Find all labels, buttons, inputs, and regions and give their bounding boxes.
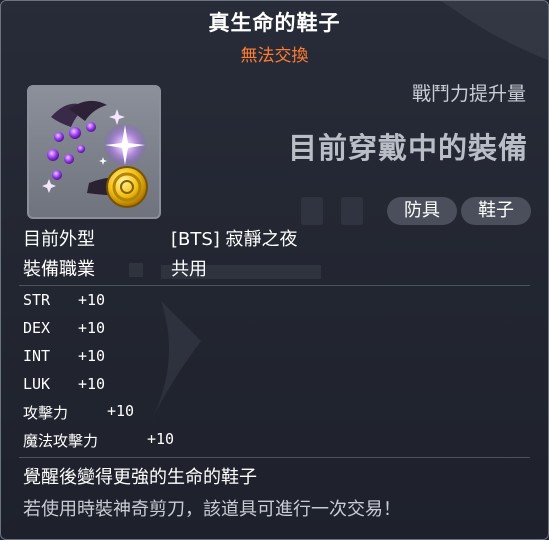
stat-luk: LUK +10 bbox=[23, 375, 105, 393]
stat-name: LUK bbox=[23, 375, 51, 393]
item-title: 真生命的鞋子 bbox=[208, 11, 341, 35]
stat-name: 攻擊力 bbox=[23, 404, 69, 422]
stat-value: +10 bbox=[78, 291, 106, 309]
stat-dex: DEX +10 bbox=[23, 319, 105, 337]
stat-name: DEX bbox=[23, 319, 51, 337]
stat-int: INT +10 bbox=[23, 347, 105, 365]
stat-name: STR bbox=[23, 291, 51, 309]
job-label: 裝備職業 bbox=[23, 259, 95, 280]
dark-purple-shoes-with-gold-coin-icon bbox=[42, 100, 148, 208]
description-line-2: 若使用時裝神奇剪刀，該道具可進行一次交易！ bbox=[23, 499, 401, 520]
stat-value: +10 bbox=[78, 319, 106, 337]
appearance-value: [BTS] 寂靜之夜 bbox=[171, 229, 298, 250]
tag-armor: 防具 bbox=[387, 197, 457, 225]
divider-bottom bbox=[19, 457, 530, 458]
item-tooltip: 真生命的鞋子 無法交換 戰鬥力提升量 目前穿戴中的裝備 防具 鞋子 目前外型 [… bbox=[0, 0, 549, 540]
stat-value: +10 bbox=[78, 375, 106, 393]
job-value: 共用 bbox=[171, 259, 207, 280]
description-line-1: 覺醒後變得更強的生命的鞋子 bbox=[23, 467, 257, 488]
appearance-label: 目前外型 bbox=[23, 229, 95, 250]
combat-power-label: 戰鬥力提升量 bbox=[411, 83, 526, 105]
stat-attack: 攻擊力 +10 bbox=[23, 402, 134, 423]
stat-value: +10 bbox=[78, 347, 106, 365]
stat-name: INT bbox=[23, 347, 51, 365]
stat-str: STR +10 bbox=[23, 291, 105, 309]
tag-shoes: 鞋子 bbox=[461, 197, 531, 225]
stat-magic-attack: 魔法攻擊力 +10 bbox=[23, 430, 174, 451]
stat-value: +10 bbox=[107, 402, 135, 420]
divider-top bbox=[19, 285, 530, 286]
item-icon-frame bbox=[27, 85, 161, 219]
stat-name: 魔法攻擊力 bbox=[23, 432, 99, 450]
stat-value: +10 bbox=[147, 430, 175, 448]
trade-status: 無法交換 bbox=[240, 46, 309, 66]
equipped-label: 目前穿戴中的裝備 bbox=[287, 131, 528, 165]
